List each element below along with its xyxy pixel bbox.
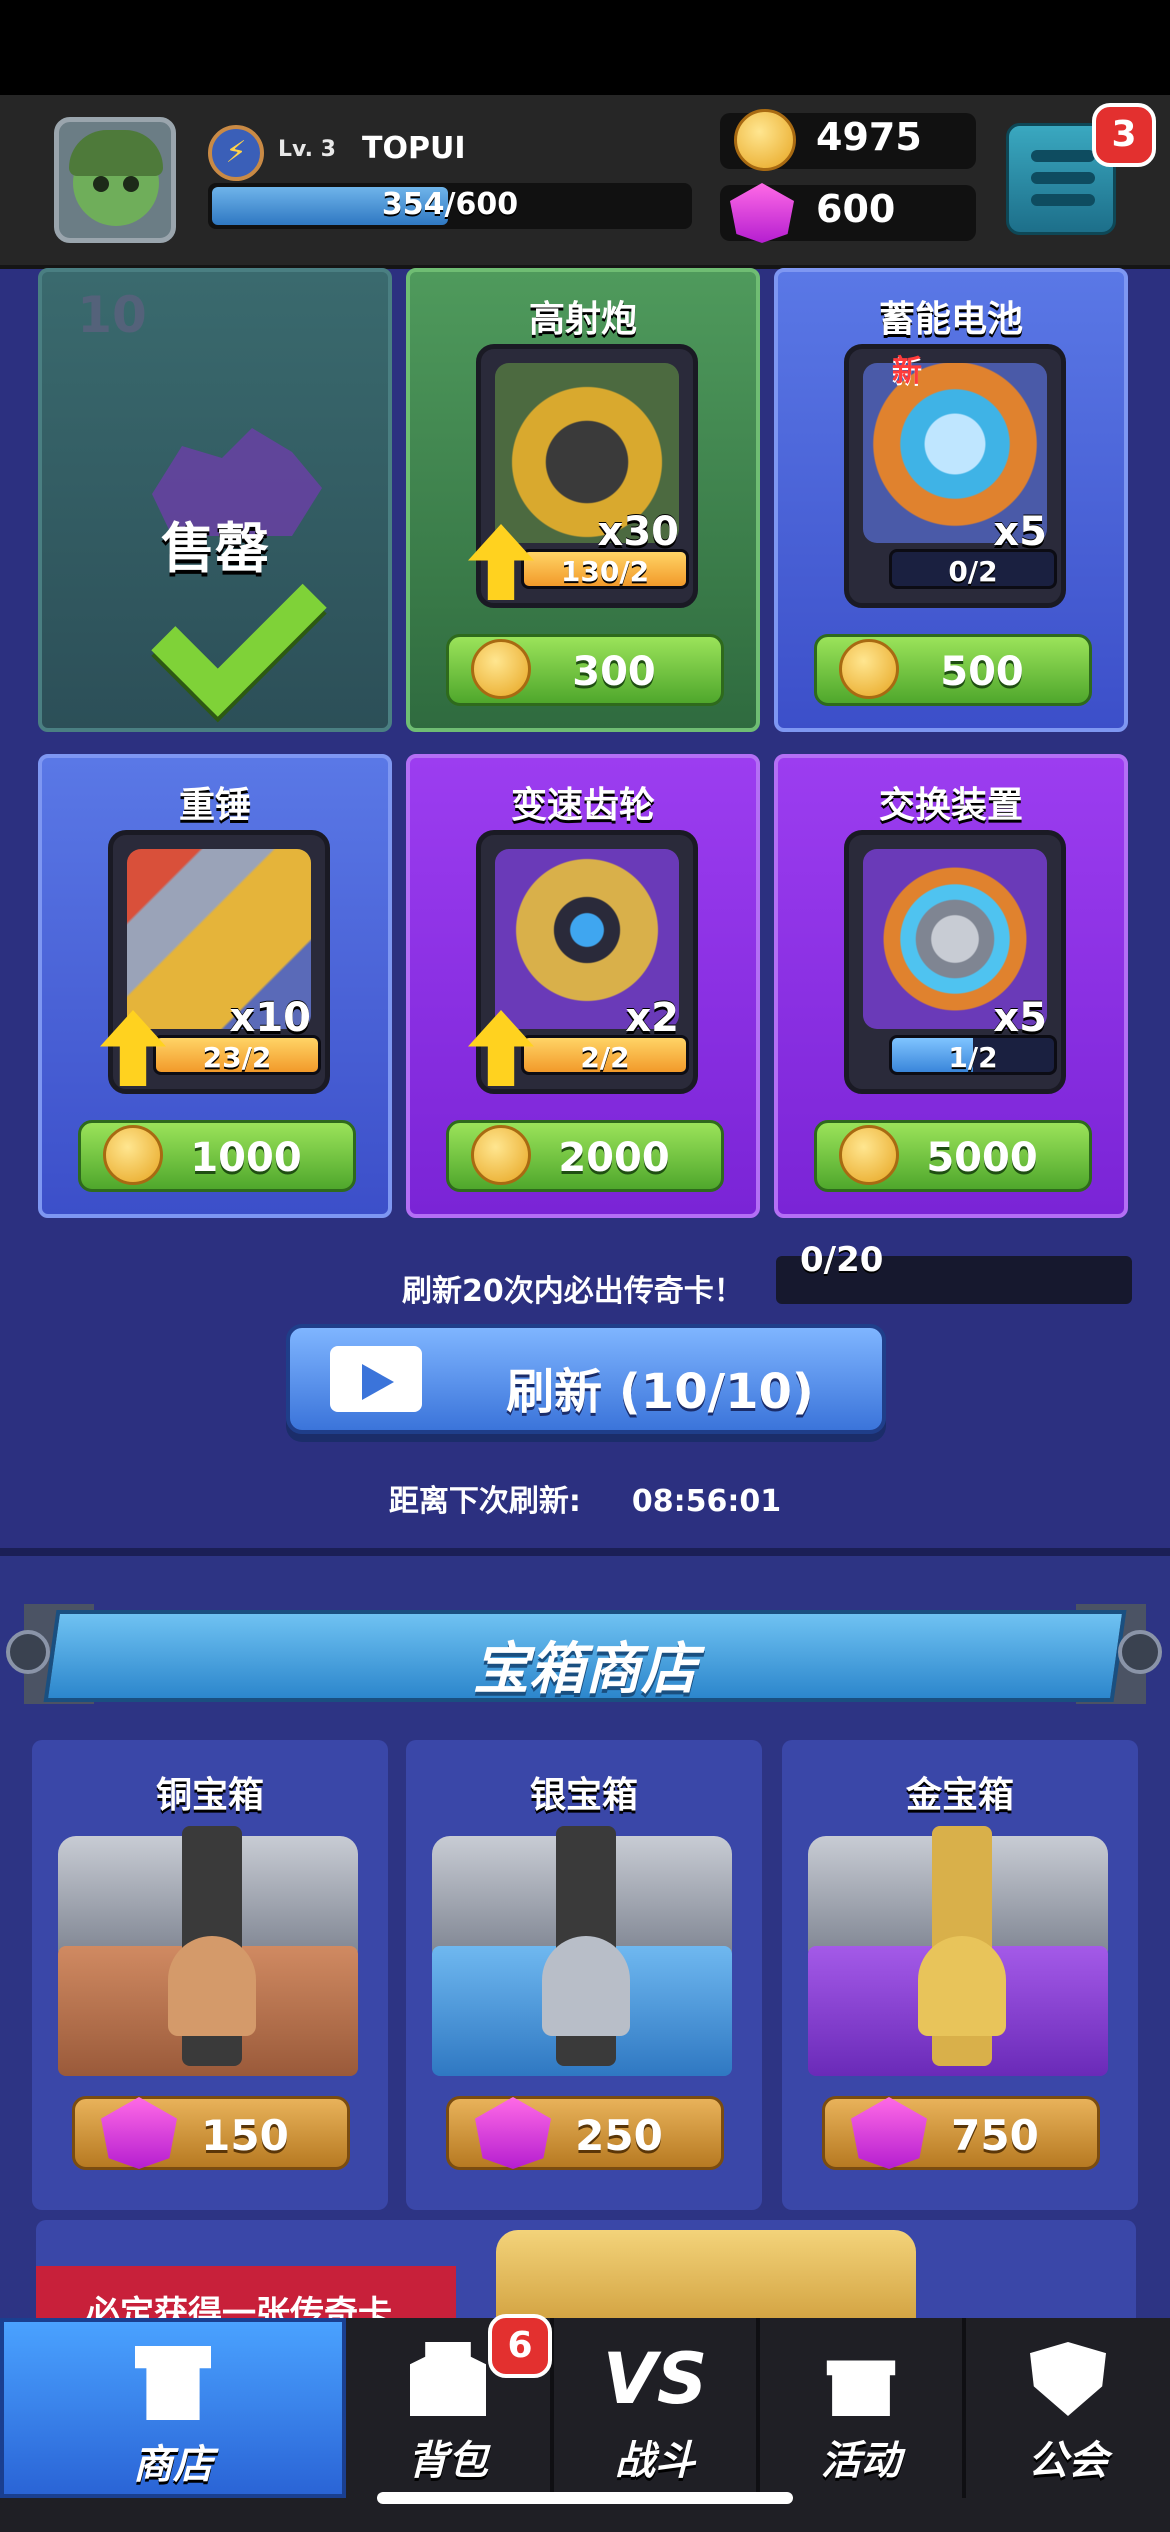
card-title: 重锤: [178, 785, 251, 826]
shop-card-exchange-device[interactable]: 交换装置 x5 1/2 5000: [774, 754, 1128, 1218]
chest-price: 250: [575, 2111, 663, 2160]
nav-tab-shop[interactable]: 商店: [0, 2318, 346, 2498]
video-ad-icon: [330, 1346, 422, 1412]
player-level: Lv. 3: [278, 137, 336, 162]
card-progress: 0/2: [889, 549, 1057, 589]
buy-chest-button[interactable]: 150: [72, 2096, 350, 2170]
sold-count: 10: [77, 286, 147, 344]
coin-icon: [734, 109, 796, 171]
lock-icon: [542, 1936, 630, 2036]
chest-name: 银宝箱: [529, 1775, 638, 1816]
xp-text: 354/600: [381, 187, 519, 222]
price-label: 5000: [926, 1135, 1038, 1181]
legendary-progress-text: 0/20: [800, 1240, 884, 1280]
chest-price: 150: [201, 2111, 289, 2160]
player-avatar[interactable]: [54, 117, 176, 243]
countdown-label: 距离下次刷新:: [388, 1484, 581, 1519]
buy-button[interactable]: 5000: [814, 1120, 1092, 1192]
price-label: 2000: [558, 1135, 670, 1181]
chest-price: 750: [951, 2111, 1039, 2160]
nav-tab-battle[interactable]: VS 战斗: [554, 2318, 760, 2498]
card-progress: 2/2: [521, 1035, 689, 1075]
backpack-badge: 6: [488, 2314, 552, 2378]
buy-chest-button[interactable]: 250: [446, 2096, 724, 2170]
refresh-button[interactable]: 刷新 (10/10): [286, 1324, 886, 1434]
chest-card-silver[interactable]: 银宝箱 250: [406, 1740, 762, 2210]
coin-amount: 4975: [816, 115, 922, 159]
new-tag: 新: [892, 354, 922, 389]
buy-button[interactable]: 500: [814, 634, 1092, 706]
lock-icon: [168, 1936, 256, 2036]
card-title: 交换装置: [878, 785, 1023, 826]
chest-card-bronze[interactable]: 铜宝箱 150: [32, 1740, 388, 2210]
shop-card-sold-out: 10 售罄: [38, 268, 392, 732]
card-title: 蓄能电池: [878, 299, 1023, 340]
refresh-countdown: 距离下次刷新: 08:56:01: [0, 1476, 1170, 1520]
buy-button[interactable]: 2000: [446, 1120, 724, 1192]
nav-label: 背包: [408, 2438, 488, 2484]
section-divider: [0, 1548, 1170, 1556]
price-label: 1000: [190, 1135, 302, 1181]
shop-icon: [135, 2346, 211, 2420]
menu-notification-badge: 3: [1092, 103, 1156, 167]
shop-card-hammer[interactable]: 重锤 x10 23/2 1000: [38, 754, 392, 1218]
rank-lightning-icon: ⚡: [208, 125, 264, 181]
nav-label: 公会: [1028, 2438, 1108, 2484]
price-label: 500: [940, 649, 1024, 695]
backpack-icon: [410, 2342, 486, 2416]
top-header: ⚡ Lv. 3 TOPUI 354/600 4975 600 3: [0, 95, 1170, 269]
refresh-hint: 刷新20次内必出传奇卡！: [402, 1274, 744, 1309]
vs-icon: VS: [602, 2338, 708, 2420]
price-label: 300: [572, 649, 656, 695]
refresh-button-label: 刷新 (10/10): [506, 1364, 814, 1420]
gift-icon: [826, 2360, 896, 2416]
guild-shield-icon: [1030, 2342, 1106, 2416]
chest-shop-title: 宝箱商店: [473, 1637, 697, 1702]
card-title: 变速齿轮: [510, 785, 655, 826]
nav-label: 商店: [133, 2442, 213, 2488]
nav-tab-guild[interactable]: 公会: [966, 2318, 1170, 2498]
nav-label: 活动: [821, 2438, 901, 2484]
lock-icon: [918, 1936, 1006, 2036]
chest-name: 铜宝箱: [155, 1775, 264, 1816]
card-progress: 1/2: [889, 1035, 1057, 1075]
player-name: TOPUI: [362, 131, 466, 166]
sold-out-label: 售罄: [161, 517, 269, 580]
shop-card-energy-battery[interactable]: 蓄能电池 x5 0/2 新 500: [774, 268, 1128, 732]
home-indicator[interactable]: [377, 2492, 793, 2504]
shop-card-anti-air-gun[interactable]: 高射炮 x30 130/2 300: [406, 268, 760, 732]
buy-chest-button[interactable]: 750: [822, 2096, 1100, 2170]
status-bar: [0, 0, 1170, 95]
buy-button[interactable]: 300: [446, 634, 724, 706]
gem-amount: 600: [816, 187, 896, 231]
countdown-time: 08:56:01: [631, 1484, 782, 1519]
chest-name: 金宝箱: [905, 1775, 1014, 1816]
card-progress: 130/2: [521, 549, 689, 589]
card-progress: 23/2: [153, 1035, 321, 1075]
item-frame: x5 0/2: [844, 344, 1066, 608]
nav-tab-events[interactable]: 活动: [760, 2318, 966, 2498]
item-frame: x5 1/2: [844, 830, 1066, 1094]
nav-label: 战斗: [615, 2438, 695, 2484]
chest-card-gold[interactable]: 金宝箱 750: [782, 1740, 1138, 2210]
shop-card-gearbox[interactable]: 变速齿轮 x2 2/2 2000: [406, 754, 760, 1218]
card-title: 高射炮: [528, 299, 637, 340]
buy-button[interactable]: 1000: [78, 1120, 356, 1192]
